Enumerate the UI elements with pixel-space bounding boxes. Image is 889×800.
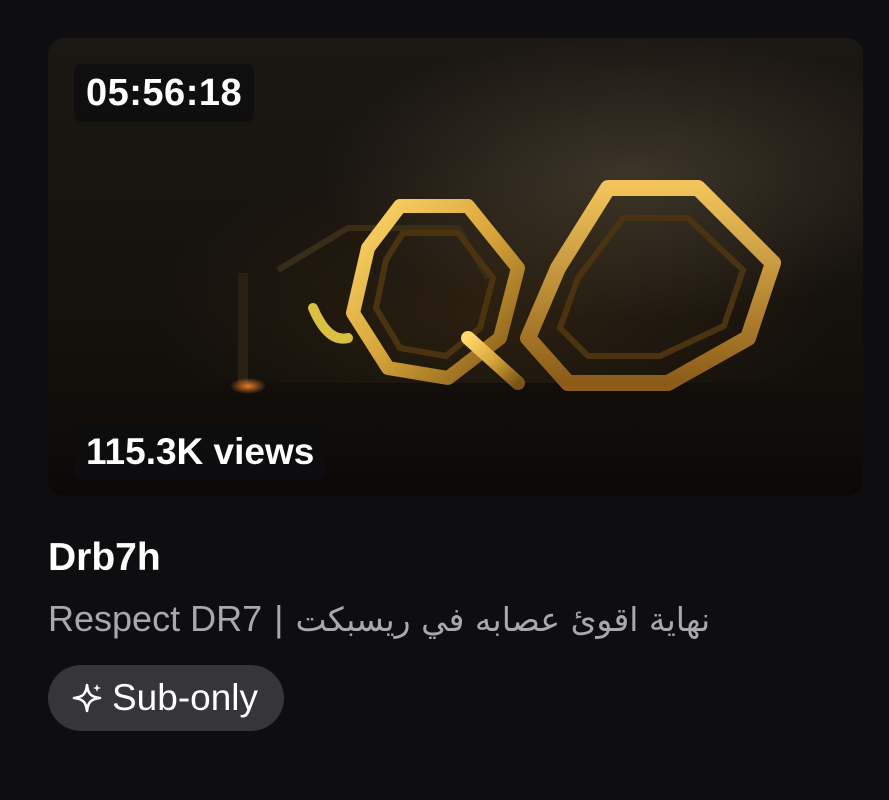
video-card[interactable]: 05:56:18 115.3K views Drb7h Respect DR7 … <box>0 0 889 800</box>
sub-only-badge[interactable]: Sub-only <box>48 665 285 731</box>
view-count-badge: 115.3K views <box>74 424 327 480</box>
video-thumbnail[interactable]: 05:56:18 115.3K views <box>48 38 863 496</box>
sparkle-icon <box>70 681 104 715</box>
video-title-arabic: نهاية اقوئ عصابه في ريسبكت <box>295 600 711 639</box>
duration-badge: 05:56:18 <box>74 64 255 122</box>
video-title-english: Respect DR7 <box>48 598 263 639</box>
title-separator: | <box>274 598 284 639</box>
sub-only-label: Sub-only <box>112 677 259 718</box>
channel-name[interactable]: Drb7h <box>48 536 161 580</box>
video-title[interactable]: Respect DR7 | نهاية اقوئ عصابه في ريسبكت <box>48 597 848 640</box>
